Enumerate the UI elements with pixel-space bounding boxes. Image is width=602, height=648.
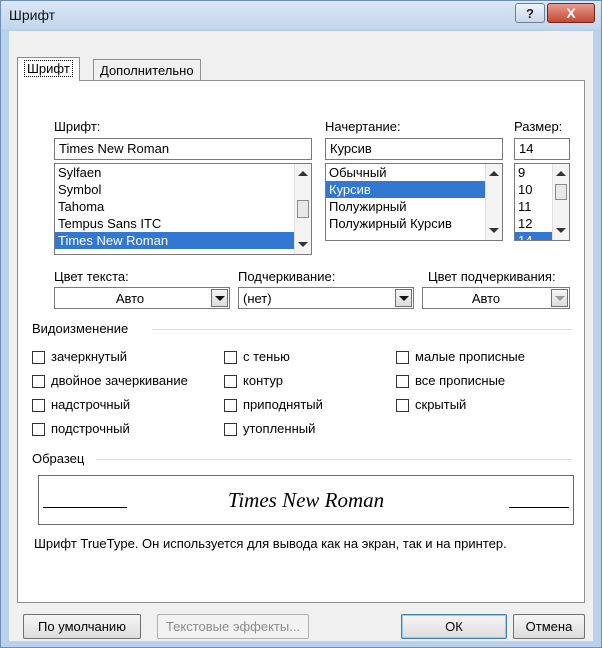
dropdown-button[interactable] (395, 289, 412, 307)
tab-font-label: Шрифт (24, 60, 73, 77)
scroll-down-icon[interactable] (489, 228, 499, 233)
underline-value: (нет) (243, 291, 272, 306)
scroll-up-icon[interactable] (556, 171, 566, 176)
font-size-label: Размер: (514, 119, 563, 134)
set-default-button[interactable]: По умолчанию (23, 614, 141, 639)
effect-checkbox-label[interactable]: подстрочный (51, 421, 130, 436)
font-style-items: Обычный Курсив Полужирный Полужирный Курсив (326, 164, 502, 232)
effects-divider (152, 329, 572, 330)
effect-checkbox-label[interactable]: приподнятый (243, 397, 323, 412)
font-style-list-item[interactable]: Курсив (326, 181, 502, 198)
font-style-list-item[interactable]: Полужирный Курсив (326, 215, 502, 232)
font-family-list-item[interactable]: Tempus Sans ITC (55, 215, 311, 232)
font-style-list-item[interactable]: Полужирный (326, 198, 502, 215)
scroll-down-icon[interactable] (556, 228, 566, 233)
effect-checkbox[interactable] (32, 351, 45, 364)
dropdown-button[interactable] (551, 289, 568, 307)
font-size-input[interactable]: 14 (514, 138, 570, 160)
tab-advanced-label: Дополнительно (100, 63, 194, 78)
size-list-scrollbar[interactable] (552, 164, 569, 240)
effect-checkbox-label[interactable]: скрытый (415, 397, 466, 412)
font-dialog: Шрифт ? X Шрифт Дополнительно Шрифт: Tim… (0, 0, 602, 648)
font-family-list[interactable]: Sylfaen Symbol Tahoma Tempus Sans ITC Times … (54, 163, 312, 255)
underline-label: Подчеркивание: (238, 269, 336, 284)
set-default-button-label: По умолчанию (38, 619, 126, 634)
scroll-thumb[interactable] (297, 200, 309, 218)
effect-checkbox-label[interactable]: контур (243, 373, 283, 388)
cancel-button[interactable]: Отмена (513, 614, 585, 639)
chevron-down-icon (555, 296, 565, 301)
scroll-up-icon[interactable] (489, 171, 499, 176)
scroll-down-icon[interactable] (298, 242, 308, 247)
preview-box: Times New Roman (38, 475, 574, 525)
text-color-dropdown[interactable]: Авто (54, 287, 230, 309)
underline-color-dropdown[interactable]: Авто (422, 287, 570, 309)
underline-color-label: Цвет подчеркивания: (428, 269, 556, 284)
font-style-label: Начертание: (325, 119, 401, 134)
effect-checkbox[interactable] (396, 399, 409, 412)
font-style-list-item[interactable]: Обычный (326, 164, 502, 181)
window-title: Шрифт (9, 7, 56, 23)
preview-group-label: Образец (32, 451, 85, 466)
effect-checkbox[interactable] (396, 351, 409, 364)
font-family-list-item[interactable]: Times New Roman (55, 232, 311, 249)
close-button[interactable]: X (547, 3, 595, 23)
ok-button-label: ОК (445, 619, 463, 634)
help-button[interactable]: ? (515, 3, 545, 23)
effect-checkbox[interactable] (224, 399, 237, 412)
effect-checkbox-label[interactable]: все прописные (415, 373, 505, 388)
dialog-client-area: Шрифт Дополнительно Шрифт: Times New Rom… (9, 31, 593, 641)
font-family-label: Шрифт: (54, 119, 101, 134)
effect-checkbox[interactable] (224, 351, 237, 364)
font-list-scrollbar[interactable] (294, 164, 311, 254)
cancel-button-label: Отмена (525, 619, 573, 634)
effect-checkbox[interactable] (396, 375, 409, 388)
effect-checkbox-label[interactable]: малые прописные (415, 349, 525, 364)
ok-button[interactable]: ОК (401, 614, 507, 639)
effect-checkbox-label[interactable]: утопленный (243, 421, 315, 436)
text-color-value: Авто (115, 291, 145, 306)
preview-note: Шрифт TrueType. Он используется для выво… (34, 536, 507, 551)
tab-advanced[interactable]: Дополнительно (93, 59, 201, 81)
title-bar[interactable]: Шрифт ? X (1, 1, 601, 29)
preview-text: Times New Roman (227, 488, 385, 512)
effects-group-label: Видоизменение (32, 321, 129, 336)
scroll-thumb[interactable] (555, 184, 567, 200)
font-family-list-item[interactable]: Tahoma (55, 198, 311, 215)
scroll-up-icon[interactable] (298, 171, 308, 176)
font-family-list-item[interactable]: Sylfaen (55, 164, 311, 181)
underline-color-value: Авто (471, 291, 501, 306)
effect-checkbox-label[interactable]: двойное зачеркивание (51, 373, 188, 388)
effect-checkbox[interactable] (32, 423, 45, 436)
font-style-list[interactable]: Обычный Курсив Полужирный Полужирный Курсив (325, 163, 503, 241)
effect-checkbox[interactable] (224, 423, 237, 436)
text-effects-button-label: Текстовые эффекты... (165, 619, 301, 634)
preview-divider (96, 459, 572, 460)
font-family-items: Sylfaen Symbol Tahoma Tempus Sans ITC Times … (55, 164, 311, 249)
font-family-input[interactable]: Times New Roman (54, 138, 312, 160)
tab-panel-font: Шрифт: Times New Roman Sylfaen Symbol Taho… (17, 80, 585, 603)
text-color-label: Цвет текста: (54, 269, 129, 284)
chevron-down-icon (215, 296, 225, 301)
font-size-list[interactable]: 9 10 11 12 14 (514, 163, 570, 241)
effect-checkbox[interactable] (32, 375, 45, 388)
tab-font[interactable]: Шрифт (17, 57, 80, 81)
chevron-down-icon (399, 296, 409, 301)
underline-dropdown[interactable]: (нет) (238, 287, 414, 309)
effect-checkbox-label[interactable]: зачеркнутый (51, 349, 127, 364)
font-style-input[interactable]: Курсив (325, 138, 503, 160)
effect-checkbox[interactable] (224, 375, 237, 388)
effect-checkbox-label[interactable]: с тенью (243, 349, 290, 364)
text-effects-button[interactable]: Текстовые эффекты... (157, 614, 309, 639)
effect-checkbox[interactable] (32, 399, 45, 412)
dropdown-button[interactable] (211, 289, 228, 307)
effect-checkbox-label[interactable]: надстрочный (51, 397, 130, 412)
font-family-list-item[interactable]: Symbol (55, 181, 311, 198)
style-list-scrollbar[interactable] (485, 164, 502, 240)
